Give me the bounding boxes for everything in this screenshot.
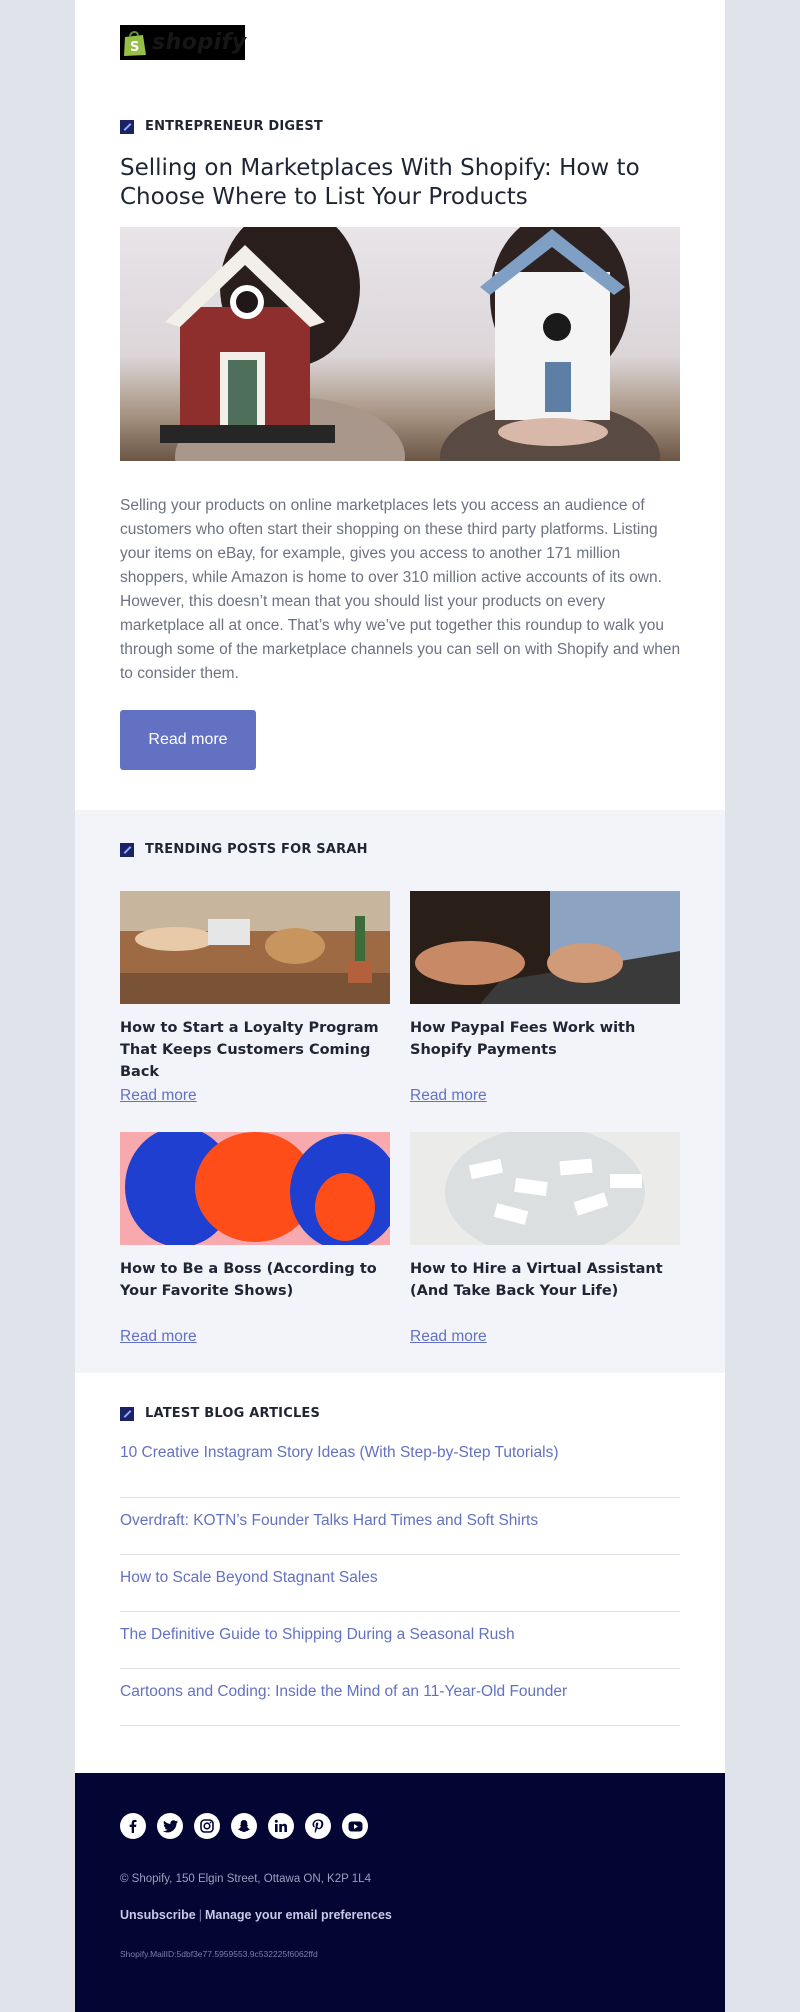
- footer: © Shopify, 150 Elgin Street, Ottawa ON, …: [75, 1773, 725, 2012]
- pinterest-icon[interactable]: [305, 1813, 331, 1839]
- facebook-icon[interactable]: [120, 1813, 146, 1839]
- svg-text:S: S: [130, 40, 139, 55]
- latest-articles-list: 10 Creative Instagram Story Ideas (With …: [120, 1441, 680, 1726]
- youtube-icon[interactable]: [342, 1813, 368, 1839]
- article-link[interactable]: Cartoons and Coding: Inside the Mind of …: [120, 1669, 680, 1726]
- trending-card-loyalty: How to Start a Loyalty Program That Keep…: [120, 891, 390, 1104]
- post-title[interactable]: How to Be a Boss (According to Your Favo…: [120, 1258, 390, 1302]
- read-more-button[interactable]: Read more: [120, 710, 256, 770]
- social-links: [120, 1813, 368, 1839]
- article-link[interactable]: The Definitive Guide to Shipping During …: [120, 1612, 680, 1669]
- hero-title[interactable]: Selling on Marketplaces With Shopify: Ho…: [120, 154, 690, 212]
- post-title[interactable]: How to Start a Loyalty Program That Keep…: [120, 1017, 390, 1083]
- post-thumbnail-loyalty[interactable]: [120, 891, 390, 1004]
- twitter-icon[interactable]: [157, 1813, 183, 1839]
- post-thumbnail-assistant[interactable]: [410, 1132, 680, 1245]
- read-more-link[interactable]: Read more: [120, 1328, 197, 1346]
- section-label-trending: TRENDING POSTS FOR SARAH: [120, 842, 368, 857]
- hero-image-birdhouses[interactable]: [120, 227, 680, 461]
- post-thumbnail-paypal[interactable]: [410, 891, 680, 1004]
- manage-preferences-link[interactable]: Manage your email preferences: [205, 1908, 392, 1922]
- footer-links: Unsubscribe | Manage your email preference…: [120, 1908, 392, 1922]
- snapchat-icon[interactable]: [231, 1813, 257, 1839]
- trending-card-boss: How to Be a Boss (According to Your Favo…: [120, 1132, 390, 1345]
- article-link[interactable]: How to Scale Beyond Stagnant Sales: [120, 1555, 680, 1612]
- trending-icon: [120, 842, 134, 857]
- trending-section: TRENDING POSTS FOR SARAH How to Start a …: [75, 810, 725, 1373]
- linkedin-icon[interactable]: [268, 1813, 294, 1839]
- section-label-text: ENTREPRENEUR DIGEST: [145, 119, 323, 134]
- section-label-latest: LATEST BLOG ARTICLES: [120, 1406, 320, 1421]
- email-container: S shopify ENTREPRENEUR DIGEST Selling on…: [75, 0, 725, 2012]
- trending-card-assistant: How to Hire a Virtual Assistant (And Tak…: [410, 1132, 680, 1345]
- company-address: © Shopify, 150 Elgin Street, Ottawa ON, …: [120, 1873, 371, 1885]
- post-title[interactable]: How Paypal Fees Work with Shopify Paymen…: [410, 1017, 680, 1061]
- post-title[interactable]: How to Hire a Virtual Assistant (And Tak…: [410, 1258, 680, 1302]
- read-more-link[interactable]: Read more: [410, 1087, 487, 1105]
- read-more-link[interactable]: Read more: [120, 1087, 197, 1105]
- section-label-text: TRENDING POSTS FOR SARAH: [145, 842, 368, 857]
- link-separator: |: [198, 1908, 202, 1922]
- mail-id: Shopify.MailID:5dbf3e77.5959553.9c532225…: [120, 1949, 318, 1959]
- read-more-link[interactable]: Read more: [410, 1328, 487, 1346]
- shopify-logo[interactable]: S shopify: [120, 25, 247, 60]
- unsubscribe-link[interactable]: Unsubscribe: [120, 1908, 196, 1922]
- section-label-text: LATEST BLOG ARTICLES: [145, 1406, 321, 1421]
- article-link[interactable]: Overdraft: KOTN’s Founder Talks Hard Tim…: [120, 1498, 680, 1555]
- post-thumbnail-boss[interactable]: [120, 1132, 390, 1245]
- hero-body-text: Selling your products on online marketpl…: [120, 497, 681, 682]
- instagram-icon[interactable]: [194, 1813, 220, 1839]
- logo-wordmark: shopify: [152, 30, 247, 55]
- digest-icon: [120, 119, 134, 134]
- trending-card-paypal: How Paypal Fees Work with Shopify Paymen…: [410, 891, 680, 1104]
- blog-icon: [120, 1406, 134, 1421]
- shopping-bag-icon: S: [122, 29, 148, 57]
- section-label-entrepreneur-digest: ENTREPRENEUR DIGEST: [120, 119, 323, 134]
- article-link[interactable]: 10 Creative Instagram Story Ideas (With …: [120, 1441, 680, 1498]
